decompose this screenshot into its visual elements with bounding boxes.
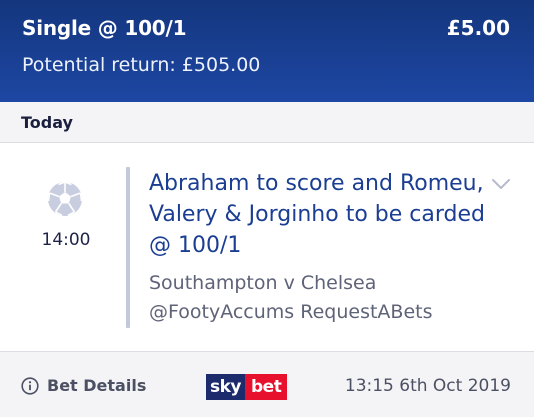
potential-return: Potential return: £505.00 <box>22 54 261 76</box>
info-icon <box>21 376 39 395</box>
skybet-logo: sky bet <box>206 374 288 400</box>
day-section-header: Today <box>0 102 534 143</box>
logo-sky-text: sky <box>206 374 246 400</box>
football-icon <box>47 181 83 217</box>
logo-bet-text: bet <box>245 374 288 400</box>
bet-details-label: Bet Details <box>47 376 147 395</box>
stake-amount: £5.00 <box>446 16 510 40</box>
kickoff-time: 14:00 <box>41 230 91 250</box>
bet-type-label: Single @ 100/1 <box>22 16 187 40</box>
bet-details-button[interactable]: Bet Details <box>21 376 146 395</box>
bet-footer: Bet Details sky bet 13:15 6th Oct 2019 <box>0 351 534 417</box>
selection-name: Abraham to score and Romeu, Valery & Jor… <box>149 171 485 258</box>
chevron-down-icon[interactable] <box>491 177 511 191</box>
day-label: Today <box>21 113 73 132</box>
bet-source: @FootyAccums RequestABets <box>149 301 433 323</box>
bet-timestamp: 13:15 6th Oct 2019 <box>344 376 511 396</box>
event-name: Southampton v Chelsea <box>149 272 377 294</box>
bet-summary-header: Single @ 100/1 £5.00 Potential return: £… <box>0 0 534 102</box>
selection-meta: Southampton v Chelsea @FootyAccums Reque… <box>149 269 433 327</box>
selection-divider <box>126 167 130 328</box>
bet-selection[interactable]: 14:00 Abraham to score and Romeu, Valery… <box>0 143 534 351</box>
